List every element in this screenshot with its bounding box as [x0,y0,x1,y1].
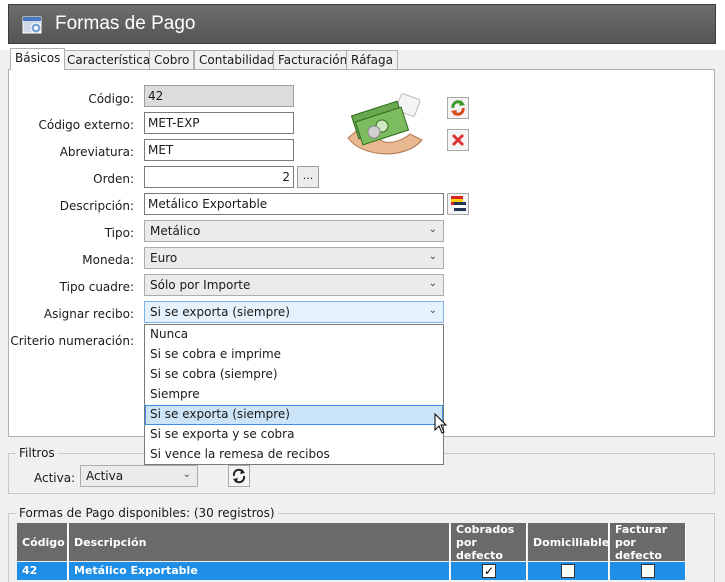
tab-rafaga[interactable]: Ráfaga [346,50,398,70]
chevron-down-icon: ⌄ [428,224,437,235]
close-icon [451,133,465,147]
disponibles-count: (30 registros) [193,506,275,520]
abreviatura-field[interactable]: MET [144,139,294,161]
dropdown-option-exporta-siempre[interactable]: Si se exporta (siempre) [145,405,443,425]
asignar-recibo-dropdown[interactable]: Nunca Si se cobra e imprime Si se cobra … [144,324,444,465]
domiciliable-checkbox[interactable] [561,564,575,578]
column-header-descripcion[interactable]: Descripción [69,523,450,561]
chevron-down-icon: ⌄ [182,469,191,480]
descripcion-label: Descripción: [59,199,134,213]
dropdown-option-nunca[interactable]: Nunca [145,325,443,345]
flags-icon [451,196,466,211]
dropdown-option-cobra-imprime[interactable]: Si se cobra e imprime [145,345,443,365]
orden-field[interactable]: 2 [144,166,294,188]
criterio-numeracion-label: Criterio numeración: [10,334,134,348]
tab-facturacion[interactable]: Facturación [273,50,353,70]
tab-caracteristicas[interactable]: Características [62,50,162,70]
disponibles-title-text: Formas de Pago disponibles: [19,506,191,520]
tipo-cuadre-select-value: Sólo por Importe [150,278,251,292]
asignar-recibo-label: Asignar recibo: [43,307,134,321]
mouse-cursor-icon [434,413,448,434]
chevron-down-icon: ⌄ [428,251,437,262]
row-cell-cobrados[interactable]: ✓ [451,562,527,580]
asignar-recibo-select[interactable]: Si se exporta (siempre) ⌄ [144,301,444,323]
disponibles-title: Formas de Pago disponibles: (30 registro… [16,506,278,520]
tab-cobro[interactable]: Cobro [149,50,195,70]
activa-label: Activa: [34,471,76,485]
refresh-button[interactable] [447,97,469,119]
row-cell-codigo[interactable]: 42 [17,562,68,580]
title-bar: Formas de Pago [0,0,725,50]
codigo-externo-field[interactable]: MET-EXP [144,112,294,134]
activa-select[interactable]: Activa ⌄ [80,465,198,487]
orden-browse-button[interactable]: ... [297,166,319,188]
chevron-down-icon: ⌄ [428,278,437,289]
column-header-codigo[interactable]: Código [17,523,68,561]
column-header-domiciliable[interactable]: Domiciliable [528,523,609,561]
tab-contabilidad[interactable]: Contabilidad [194,50,280,70]
tipo-select-value: Metálico [150,224,201,238]
dropdown-option-exporta-cobra[interactable]: Si se exporta y se cobra [145,425,443,445]
tipo-cuadre-label: Tipo cuadre: [59,280,134,294]
dropdown-option-siempre[interactable]: Siempre [145,385,443,405]
activa-select-value: Activa [86,469,124,483]
codigo-field: 42 [144,85,294,107]
delete-button[interactable] [447,129,469,151]
window-title: Formas de Pago [55,13,196,34]
filtros-title: Filtros [16,446,58,460]
chevron-down-icon: ⌄ [428,305,437,316]
cobrados-checkbox[interactable]: ✓ [482,564,496,578]
moneda-select-value: Euro [150,251,178,265]
refresh-icon [232,468,246,484]
translations-flag-button[interactable] [447,193,469,215]
abreviatura-label: Abreviatura: [59,145,134,159]
row-cell-domiciliable[interactable] [528,562,609,580]
tipo-cuadre-select[interactable]: Sólo por Importe ⌄ [144,274,444,296]
moneda-label: Moneda: [82,253,134,267]
settings-window-icon [22,16,42,34]
asignar-recibo-select-value: Si se exporta (siempre) [150,305,290,319]
dropdown-option-cobra-siempre[interactable]: Si se cobra (siempre) [145,365,443,385]
orden-label: Orden: [93,172,134,186]
dropdown-option-vence-remesa[interactable]: Si vence la remesa de recibos [145,445,443,465]
tipo-select[interactable]: Metálico ⌄ [144,220,444,242]
row-cell-facturar[interactable] [610,562,686,580]
tipo-label: Tipo: [104,226,134,240]
money-hand-icon [347,93,423,155]
row-cell-descripcion[interactable]: Metálico Exportable [69,562,450,580]
codigo-label: Código: [88,92,134,106]
facturar-checkbox[interactable] [641,564,655,578]
title-bar-inner: Formas de Pago [8,4,716,44]
tab-basicos[interactable]: Básicos [10,48,66,70]
refresh-icon [451,100,465,116]
column-header-facturar[interactable]: Facturar por defecto [610,523,686,562]
moneda-select[interactable]: Euro ⌄ [144,247,444,269]
descripcion-field[interactable]: Metálico Exportable [144,193,444,215]
codigo-externo-label: Código externo: [38,118,134,132]
refresh-filter-button[interactable] [228,465,250,487]
column-header-cobrados[interactable]: Cobrados por defecto [451,523,527,562]
